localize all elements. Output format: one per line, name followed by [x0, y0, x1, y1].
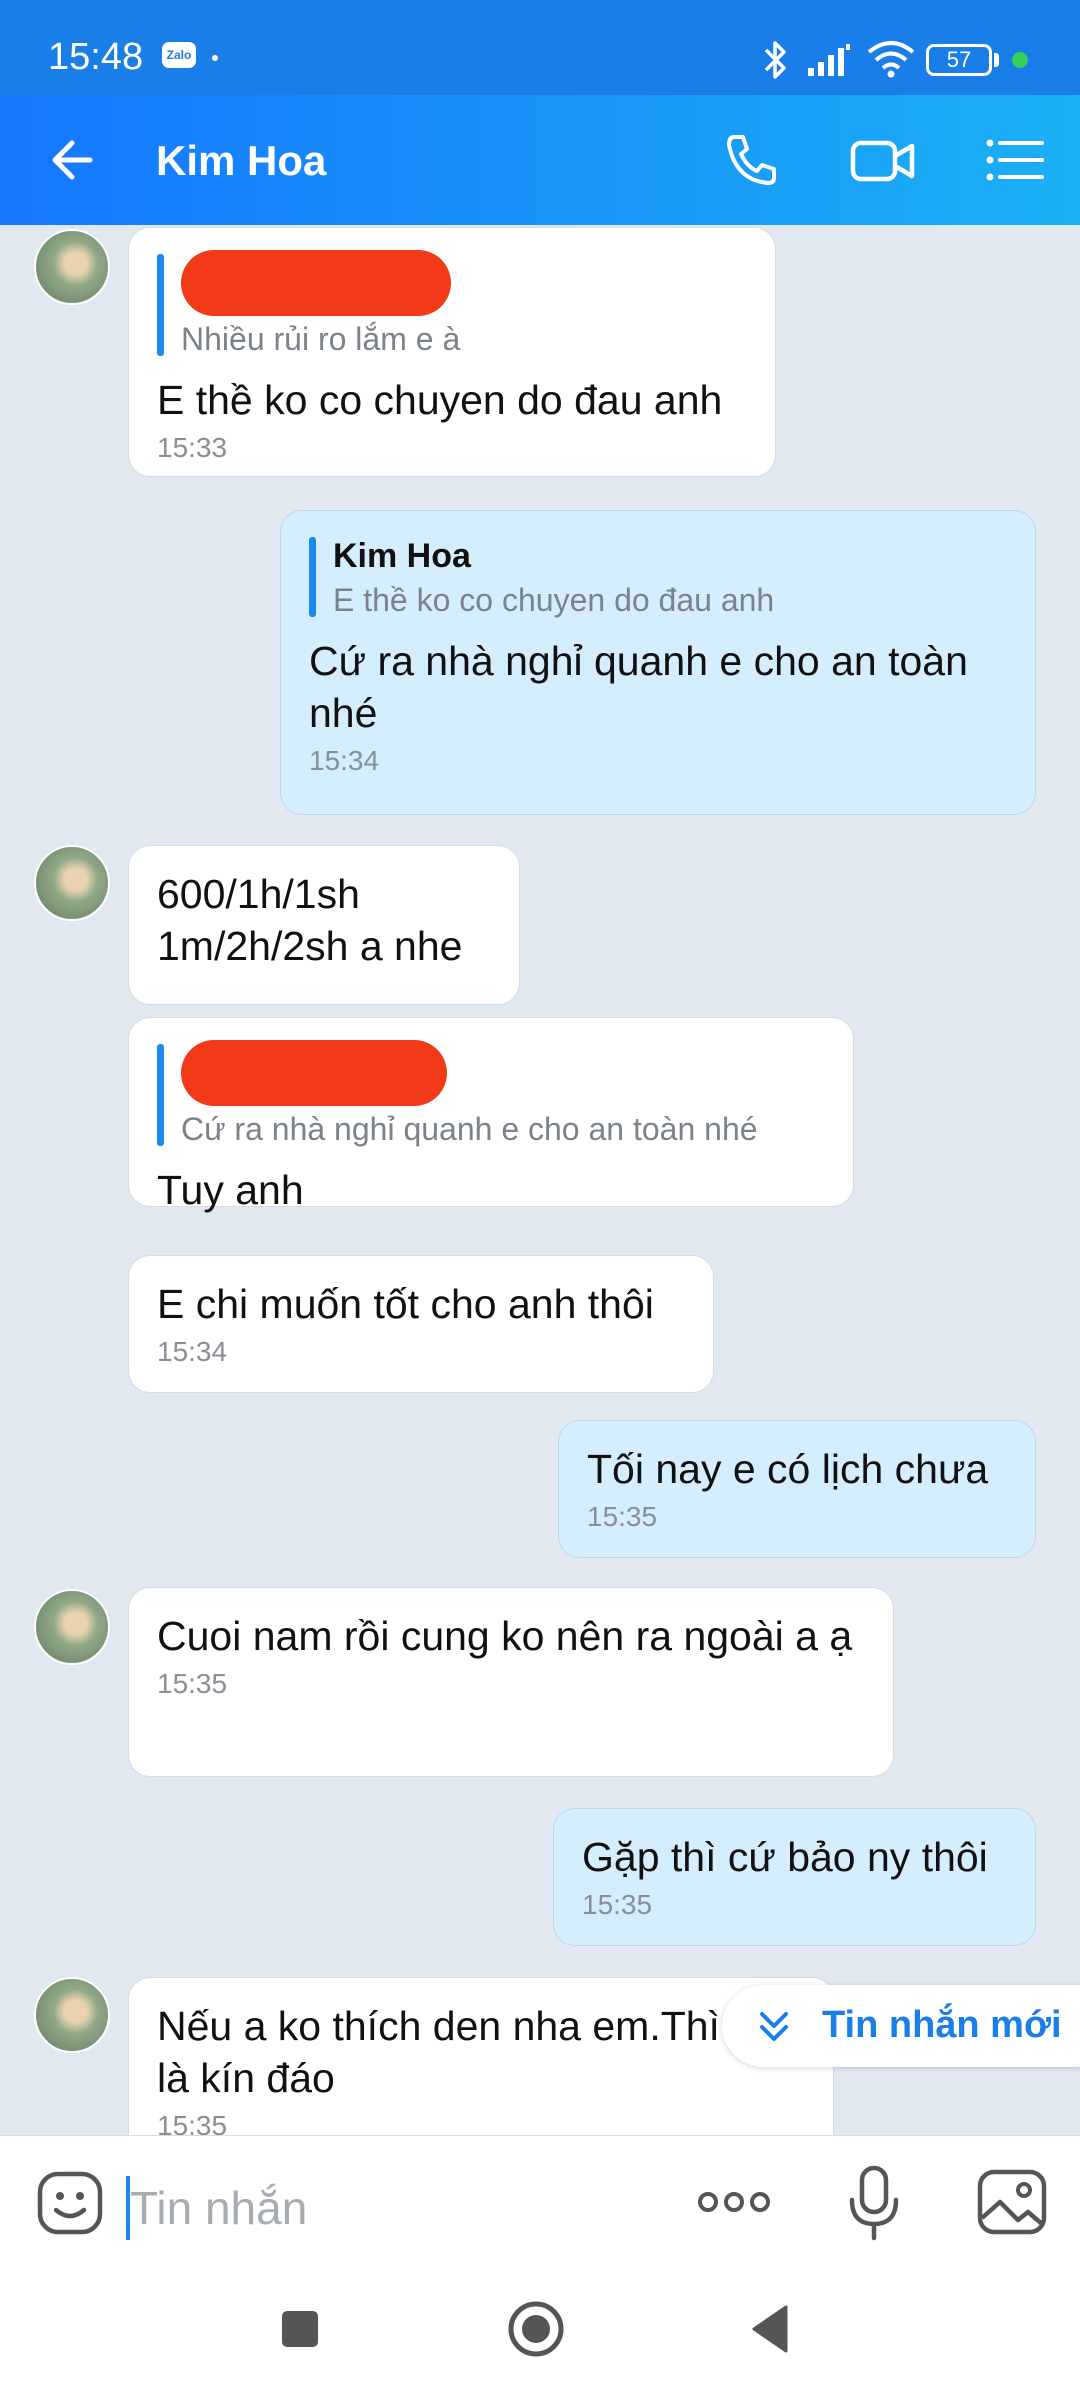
- message-time: 15:35: [582, 1889, 653, 1920]
- back-triangle-icon[interactable]: [746, 2301, 794, 2357]
- message-bubble-incoming[interactable]: Cứ ra nhà nghỉ quanh e cho an toàn nhé T…: [128, 1017, 854, 1213]
- battery-tip-icon: [994, 53, 999, 67]
- message-text: Gặp thì cứ bảo ny thôi: [582, 1834, 988, 1880]
- quote-text: E thề ko co chuyen do đau anh: [333, 582, 775, 618]
- video-call-icon[interactable]: [848, 125, 918, 195]
- microphone-icon[interactable]: [842, 2162, 906, 2246]
- camera-in-use-dot-icon: [1012, 52, 1028, 68]
- more-options-icon[interactable]: [696, 2180, 772, 2224]
- back-arrow-icon[interactable]: [40, 125, 110, 195]
- message-bubble-incoming[interactable]: E chi muốn tốt cho anh thôi 15:34: [128, 1255, 714, 1393]
- message-text: Cứ ra nhà nghỉ quanh e cho an toàn nhé: [309, 638, 968, 736]
- bluetooth-icon: [764, 41, 786, 79]
- contact-avatar[interactable]: [34, 845, 110, 921]
- wifi-icon: [867, 41, 915, 78]
- message-list[interactable]: Nhiều rủi ro lắm e à E thề ko co chuyen …: [0, 225, 1080, 2135]
- message-time: 15:35: [157, 1668, 228, 1699]
- redacted-quote-author: [181, 1040, 447, 1106]
- notification-dot-icon: [212, 55, 218, 61]
- message-bubble-incoming[interactable]: Cuoi nam rồi cung ko nên ra ngoài a ạ 15…: [128, 1587, 894, 1777]
- message-text: Tối nay e có lịch chưa: [587, 1446, 989, 1492]
- message-time: 15:34: [309, 745, 380, 776]
- message-time: 15:33: [157, 432, 228, 463]
- message-text: Cuoi nam rồi cung ko nên ra ngoài a ạ: [157, 1613, 853, 1659]
- signal-icon: [808, 44, 850, 76]
- message-text: Tuy anh: [157, 1167, 304, 1213]
- sticker-emoji-icon[interactable]: [34, 2166, 106, 2238]
- menu-list-icon[interactable]: [980, 125, 1050, 195]
- message-bubble-outgoing[interactable]: Kim Hoa E thề ko co chuyen do đau anh Cứ…: [280, 510, 1036, 815]
- message-text: E chi muốn tốt cho anh thôi: [157, 1281, 654, 1327]
- message-bubble-incoming[interactable]: Nhiều rủi ro lắm e à E thề ko co chuyen …: [128, 227, 776, 477]
- redacted-quote-author: [181, 250, 451, 316]
- status-bar: 15:48 Zalo 57: [0, 0, 1080, 95]
- contact-avatar[interactable]: [34, 1977, 110, 2053]
- message-bubble-outgoing[interactable]: Tối nay e có lịch chưa 15:35: [558, 1420, 1036, 1558]
- status-time: 15:48: [48, 36, 144, 78]
- battery-indicator: 57: [926, 44, 992, 76]
- message-text: 600/1h/1sh 1m/2h/2sh a nhe: [157, 871, 463, 969]
- message-time: 15:34: [157, 1336, 228, 1367]
- message-text: Nếu a ko thích den nha em.Thì A25 là kín…: [157, 2003, 803, 2101]
- new-messages-label: Tin nhắn mới: [822, 2004, 1062, 2046]
- reply-quote[interactable]: Kim Hoa E thề ko co chuyen do đau anh: [309, 533, 1007, 621]
- message-bubble-incoming[interactable]: 600/1h/1sh 1m/2h/2sh a nhe: [128, 845, 520, 1005]
- quote-text: Cứ ra nhà nghỉ quanh e cho an toàn nhé: [181, 1111, 758, 1147]
- chat-header: Kim Hoa: [0, 95, 1080, 225]
- new-messages-button[interactable]: Tin nhắn mới: [722, 1985, 1080, 2067]
- message-composer: [0, 2135, 1080, 2275]
- message-bubble-incoming[interactable]: Nếu a ko thích den nha em.Thì A25 là kín…: [128, 1977, 834, 2135]
- home-icon[interactable]: [504, 2297, 568, 2361]
- quote-author: Kim Hoa: [333, 537, 471, 575]
- system-navigation-bar: [0, 2275, 1080, 2400]
- contact-avatar[interactable]: [34, 229, 110, 305]
- contact-avatar[interactable]: [34, 1589, 110, 1665]
- message-time: 15:35: [157, 2110, 228, 2135]
- phone-call-icon[interactable]: [716, 125, 786, 195]
- quote-text: Nhiều rủi ro lắm e à: [181, 321, 461, 357]
- reply-quote[interactable]: Nhiều rủi ro lắm e à: [157, 250, 747, 360]
- image-gallery-icon[interactable]: [974, 2166, 1050, 2238]
- message-bubble-outgoing[interactable]: Gặp thì cứ bảo ny thôi 15:35: [553, 1808, 1036, 1946]
- double-chevron-down-icon: [760, 2012, 788, 2041]
- reply-quote[interactable]: Cứ ra nhà nghỉ quanh e cho an toàn nhé: [157, 1040, 825, 1150]
- message-input[interactable]: [130, 2168, 650, 2248]
- message-time: 15:35: [587, 1501, 658, 1532]
- contact-name[interactable]: Kim Hoa: [156, 137, 326, 185]
- message-text: E thề ko co chuyen do đau anh: [157, 377, 723, 423]
- recent-apps-icon[interactable]: [276, 2305, 324, 2353]
- zalo-notification-icon: Zalo: [162, 42, 196, 68]
